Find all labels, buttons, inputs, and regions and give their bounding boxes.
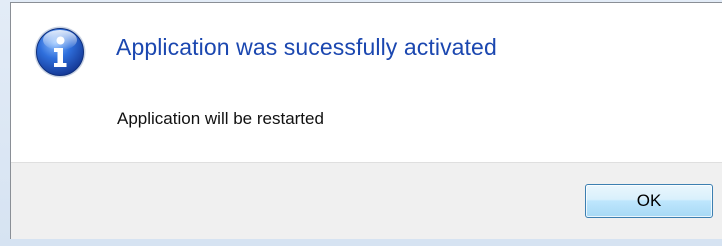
dialog-content: Application was sucessfully activated Ap… (11, 3, 722, 162)
info-icon (34, 26, 86, 78)
ok-button[interactable]: OK (585, 184, 713, 218)
message-dialog: Application was sucessfully activated Ap… (10, 2, 722, 239)
dialog-footer: OK (11, 162, 722, 239)
main-instruction: Application was sucessfully activated (116, 34, 497, 60)
message-text: Application will be restarted (117, 109, 324, 128)
